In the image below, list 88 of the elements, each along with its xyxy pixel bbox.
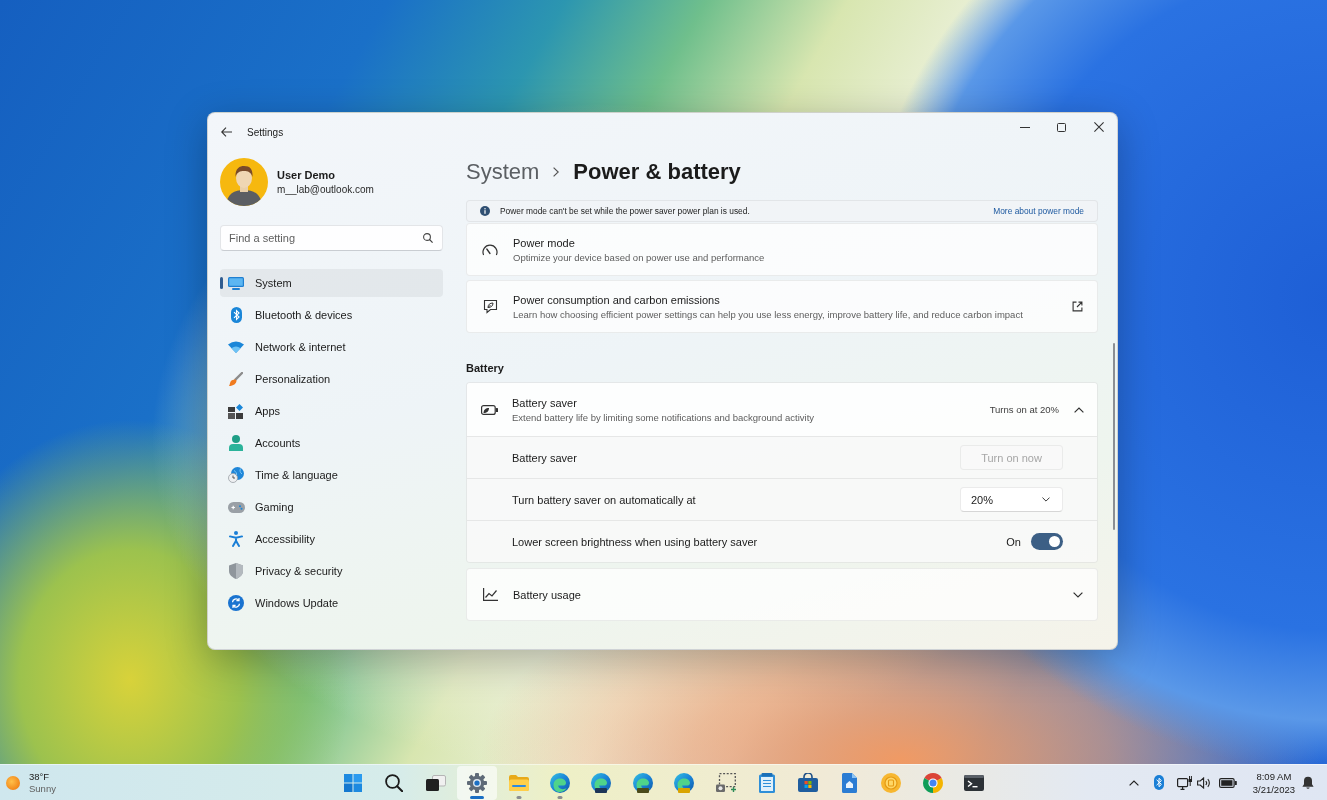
scrollbar-thumb[interactable]: [1113, 343, 1115, 530]
minimize-icon: [1019, 126, 1030, 128]
info-link[interactable]: More about power mode: [993, 206, 1084, 216]
windows-logo-icon: [344, 773, 363, 792]
weather-temperature: 38°F: [29, 770, 51, 783]
wifi-icon: [228, 341, 244, 353]
battery-icon[interactable]: [1218, 777, 1237, 788]
page-title: Power & battery: [573, 158, 741, 186]
maximize-icon: [1057, 122, 1066, 132]
chevron-up-icon[interactable]: [1128, 779, 1139, 786]
sidebar-item[interactable]: Personalization: [220, 365, 443, 393]
update-icon: [228, 595, 244, 611]
card-description: Extend battery life by limiting some notifications and background activity: [512, 410, 816, 424]
external-link-icon: [1072, 301, 1083, 312]
row-label: Lower screen brightness when using battery saver: [512, 535, 759, 548]
weather-condition: Sunny: [29, 782, 56, 795]
sidebar-item[interactable]: System: [220, 269, 443, 297]
card-description: Learn how choosing efficient power settings can help you use less energy, improve battery life, and reduce carbon impact: [513, 307, 1024, 321]
battery-leaf-icon: [480, 404, 498, 415]
bluetooth-icon[interactable]: [1153, 775, 1164, 790]
search-field[interactable]: Find a setting: [220, 225, 443, 251]
info-icon: [480, 206, 490, 216]
sidebar-item[interactable]: Network & internet: [220, 333, 443, 361]
clock-button[interactable]: 8:09 AM 3/21/2023: [1252, 769, 1295, 796]
breadcrumb-link[interactable]: System: [466, 157, 540, 187]
swirl-browser-icon: [550, 772, 570, 793]
setting-card[interactable]: Power consumption and carbon emissions Learn how choosing efficient power settings can help you use less energy, improve battery life, and reduce carbon impact: [466, 280, 1098, 333]
toggle-state-label: On: [1006, 535, 1021, 548]
store-bag-icon: [798, 773, 819, 792]
card-description: Optimize your device based on power use and performance: [513, 250, 766, 264]
sidebar-item[interactable]: Windows Update: [220, 589, 443, 617]
notepad-icon: [758, 772, 775, 793]
line-chart-icon: [482, 588, 498, 601]
sidebar-item[interactable]: Privacy & security: [220, 557, 443, 585]
card-title: Battery saver: [512, 395, 578, 410]
row-label: Battery saver: [512, 451, 578, 464]
avatar-icon: [220, 158, 268, 206]
expander-header[interactable]: Battery saver Extend battery life by limiting some notifications and background activity Turns on at 20%: [467, 383, 1097, 436]
task-view-icon: [425, 774, 446, 791]
search-icon: [385, 773, 404, 792]
close-icon: [1093, 122, 1104, 132]
folder-icon: [508, 774, 529, 791]
sidebar-item[interactable]: Bluetooth & devices: [220, 301, 443, 329]
network-icon[interactable]: [1176, 775, 1192, 790]
row-label: Turn battery saver on automatically at: [512, 493, 697, 506]
globe-clock-icon: [228, 467, 244, 483]
leaf-chat-icon: [482, 299, 498, 314]
sidebar-item[interactable]: Accounts: [220, 429, 443, 457]
setting-card[interactable]: Battery usage: [466, 568, 1098, 621]
shield-icon: [229, 563, 243, 579]
swirl-browser-icon: [591, 772, 612, 793]
bluetooth-icon: [230, 307, 242, 323]
person-icon: [229, 435, 243, 451]
chevron-right-icon: [553, 167, 560, 177]
gauge-icon: [482, 243, 498, 256]
paintbrush-icon: [229, 372, 243, 386]
info-text: Power mode can't be set while the power saver power plan is used.: [500, 206, 750, 216]
sidebar-item[interactable]: Apps: [220, 397, 443, 425]
screenshot-icon: [715, 772, 736, 793]
document-icon: [842, 772, 858, 793]
percent-dropdown[interactable]: 20%: [960, 487, 1063, 512]
volume-icon[interactable]: [1196, 776, 1211, 789]
status-text: Turns on at 20%: [989, 404, 1059, 415]
toggle-switch[interactable]: [1031, 533, 1063, 550]
game-controller-icon: [227, 501, 245, 513]
search-icon: [423, 233, 433, 243]
notification-bell-icon[interactable]: [1302, 776, 1314, 789]
selection-indicator: [220, 277, 223, 289]
apps-grid-icon: [228, 403, 244, 419]
chevron-down-icon: [1042, 497, 1050, 502]
window-title: Settings: [247, 126, 284, 138]
swirl-browser-icon: [632, 772, 653, 793]
user-name: User Demo: [277, 168, 337, 182]
monitor-icon: [228, 276, 244, 290]
sidebar-item[interactable]: Time & language: [220, 461, 443, 489]
accessibility-icon: [229, 531, 243, 547]
swirl-browser-icon: [674, 772, 695, 793]
card-title: Battery usage: [513, 587, 582, 602]
user-email: m__lab@outlook.com: [277, 183, 374, 196]
terminal-icon: [963, 774, 984, 791]
card-title: Power consumption and carbon emissions: [513, 292, 721, 307]
round-app-icon: [881, 772, 902, 793]
browser-icon: [922, 772, 943, 793]
sidebar-item[interactable]: Accessibility: [220, 525, 443, 553]
section-heading: Battery: [466, 361, 505, 376]
back-arrow-icon: [220, 127, 232, 137]
card-title: Power mode: [513, 235, 576, 250]
sidebar-item[interactable]: Gaming: [220, 493, 443, 521]
